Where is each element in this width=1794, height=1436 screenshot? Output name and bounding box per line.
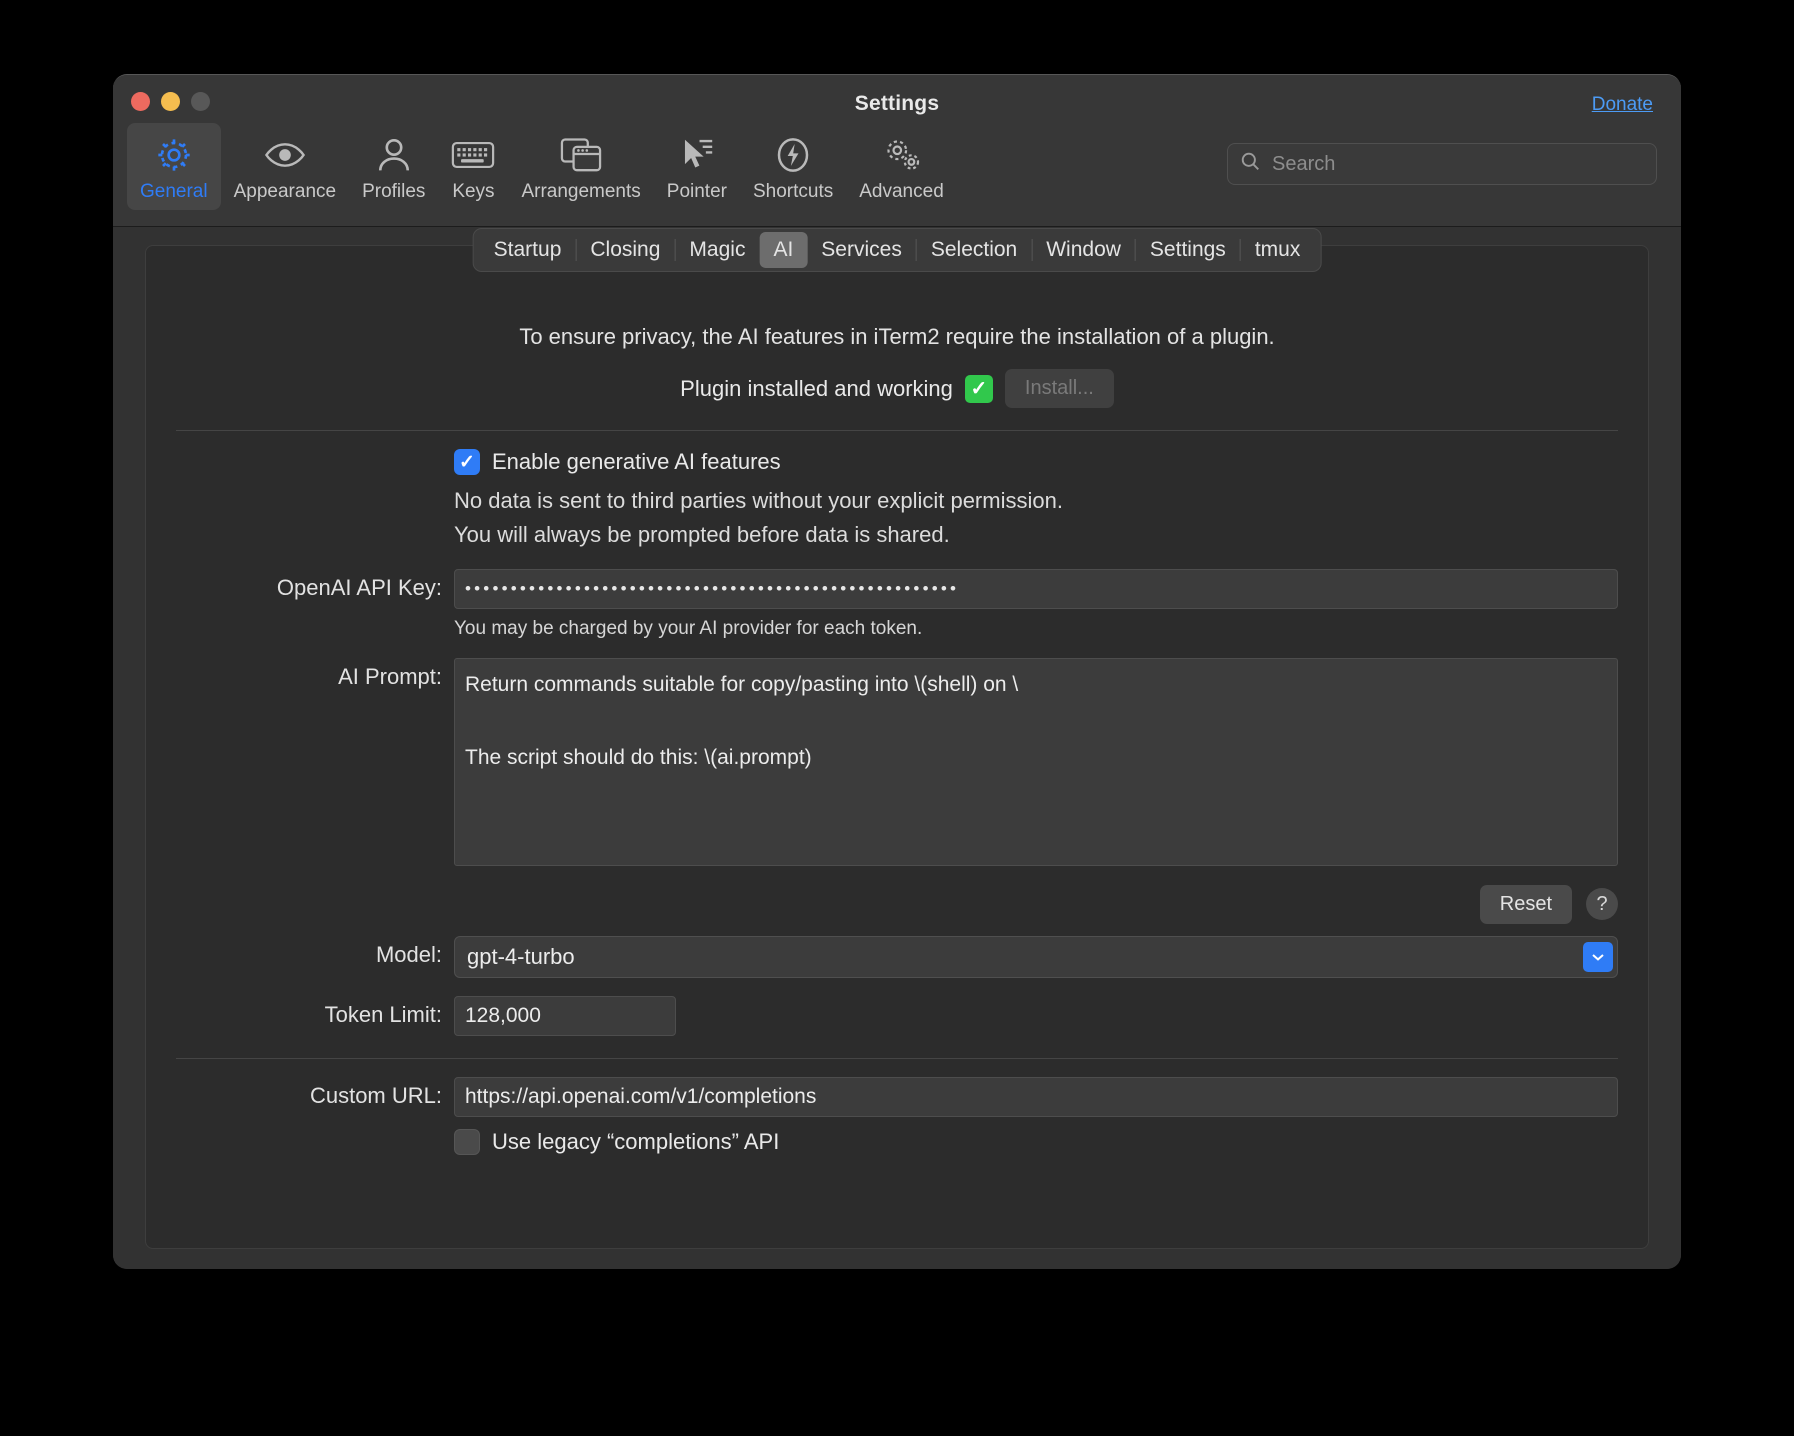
tab-settings[interactable]: Settings (1136, 232, 1240, 268)
chevron-down-icon[interactable] (1583, 941, 1613, 972)
legacy-api-spacer (176, 1129, 454, 1135)
help-icon[interactable]: ? (1586, 888, 1618, 921)
ai-prompt-textarea[interactable] (454, 657, 1618, 866)
token-limit-label: Token Limit: (324, 1001, 442, 1027)
custom-url-row: Custom URL: https://api.openai.com/v1/co… (176, 1076, 1618, 1117)
api-key-input[interactable]: ••••••••••••••••••••••••••••••••••••••••… (454, 568, 1618, 609)
token-limit-row: Token Limit: 128,000 (176, 995, 1618, 1036)
settings-window: Settings Donate General Appearance Profi… (113, 74, 1681, 1269)
ai-prompt-row: AI Prompt: Reset ? (176, 657, 1618, 924)
ai-prompt-label: AI Prompt: (338, 663, 442, 689)
toolbar-label-shortcuts: Shortcuts (752, 181, 834, 202)
toolbar-item-pointer[interactable]: Pointer (654, 123, 740, 210)
general-tab-bar: Startup Closing Magic AI Services Select… (472, 228, 1322, 272)
plugin-status-row: Plugin installed and working ✓ Install..… (176, 369, 1618, 408)
enable-ai-row: ✓ Enable generative AI features No data … (176, 449, 1618, 551)
toolbar-label-advanced: Advanced (859, 181, 944, 202)
enable-ai-help-line1: No data is sent to third parties without… (454, 488, 1063, 513)
tab-startup[interactable]: Startup (480, 232, 576, 268)
toolbar-label-pointer: Pointer (666, 181, 727, 202)
cursor-icon (678, 132, 716, 178)
tab-selection[interactable]: Selection (917, 232, 1031, 268)
toolbar-item-advanced[interactable]: Advanced (846, 123, 957, 210)
search-icon (1240, 151, 1261, 177)
model-label: Model: (375, 941, 442, 967)
toolbar-item-shortcuts[interactable]: Shortcuts (740, 123, 846, 210)
legacy-api-checkbox[interactable] (454, 1128, 480, 1155)
model-select[interactable]: gpt-4-turbo (454, 935, 1618, 978)
window-title: Settings (854, 92, 940, 115)
enable-ai-help-line2: You will always be prompted before data … (454, 521, 950, 547)
legacy-api-checkbox-line[interactable]: Use legacy “completions” API (454, 1128, 1618, 1155)
toolbar-item-profiles[interactable]: Profiles (349, 123, 438, 210)
reset-prompt-button[interactable]: Reset (1479, 884, 1572, 924)
toolbar-label-general: General (140, 181, 208, 202)
tab-tmux[interactable]: tmux (1241, 232, 1315, 268)
api-key-row: OpenAI API Key: ••••••••••••••••••••••••… (176, 568, 1618, 640)
toolbar-item-general[interactable]: General (127, 123, 221, 210)
api-key-note: You may be charged by your AI provider f… (454, 617, 923, 639)
toolbar-item-keys[interactable]: Keys (438, 123, 508, 210)
enable-ai-checkbox[interactable]: ✓ (454, 449, 480, 475)
donate-link[interactable]: Donate (1592, 94, 1653, 116)
privacy-notice: To ensure privacy, the AI features in iT… (519, 324, 1275, 349)
enable-ai-label: Enable generative AI features (492, 449, 781, 474)
search-input[interactable] (1272, 152, 1644, 176)
bolt-circle-icon (773, 132, 813, 178)
ai-settings-panel: Startup Closing Magic AI Services Select… (145, 228, 1649, 1249)
legacy-api-row: Use legacy “completions” API (176, 1128, 1618, 1155)
tab-ai[interactable]: AI (759, 232, 808, 268)
keyboard-icon (451, 132, 495, 178)
search-box[interactable] (1227, 143, 1657, 185)
api-key-label: OpenAI API Key: (276, 574, 442, 600)
windows-icon (560, 132, 602, 178)
ai-settings-form: To ensure privacy, the AI features in iT… (146, 286, 1648, 1155)
legacy-api-label: Use legacy “completions” API (492, 1128, 780, 1154)
custom-url-label: Custom URL: (309, 1082, 442, 1108)
green-check-icon: ✓ (964, 374, 993, 403)
install-plugin-button[interactable]: Install... (1004, 369, 1114, 408)
toolbar-label-appearance: Appearance (233, 181, 337, 202)
settings-content: Startup Closing Magic AI Services Select… (113, 227, 1681, 1269)
toolbar-label-profiles: Profiles (362, 181, 426, 202)
eye-icon (264, 132, 306, 178)
enable-ai-checkbox-line[interactable]: ✓ Enable generative AI features (454, 449, 1618, 475)
settings-toolbar: General Appearance Profiles Keys Arrange… (127, 123, 957, 210)
tab-window[interactable]: Window (1032, 232, 1135, 268)
plugin-status-text: Plugin installed and working (680, 375, 953, 401)
section-divider (176, 430, 1618, 431)
prompt-actions-row: Reset ? (454, 884, 1618, 924)
gear-icon (154, 132, 194, 178)
toolbar-label-arrangements: Arrangements (521, 181, 641, 202)
enable-ai-spacer (176, 449, 454, 455)
custom-url-input[interactable]: https://api.openai.com/v1/completions (454, 1076, 1618, 1117)
section-divider-2 (176, 1057, 1618, 1059)
window-titlebar: Settings Donate General Appearance Profi… (113, 75, 1681, 227)
toolbar-item-arrangements[interactable]: Arrangements (508, 123, 653, 210)
tab-magic[interactable]: Magic (675, 232, 759, 268)
tab-closing[interactable]: Closing (576, 232, 674, 268)
tab-services[interactable]: Services (807, 232, 916, 268)
toolbar-item-appearance[interactable]: Appearance (221, 123, 349, 210)
toolbar-label-keys: Keys (452, 181, 495, 202)
person-icon (376, 132, 412, 178)
gears-icon (880, 132, 924, 178)
token-limit-input[interactable]: 128,000 (454, 995, 676, 1036)
model-row: Model: gpt-4-turbo (176, 935, 1618, 978)
